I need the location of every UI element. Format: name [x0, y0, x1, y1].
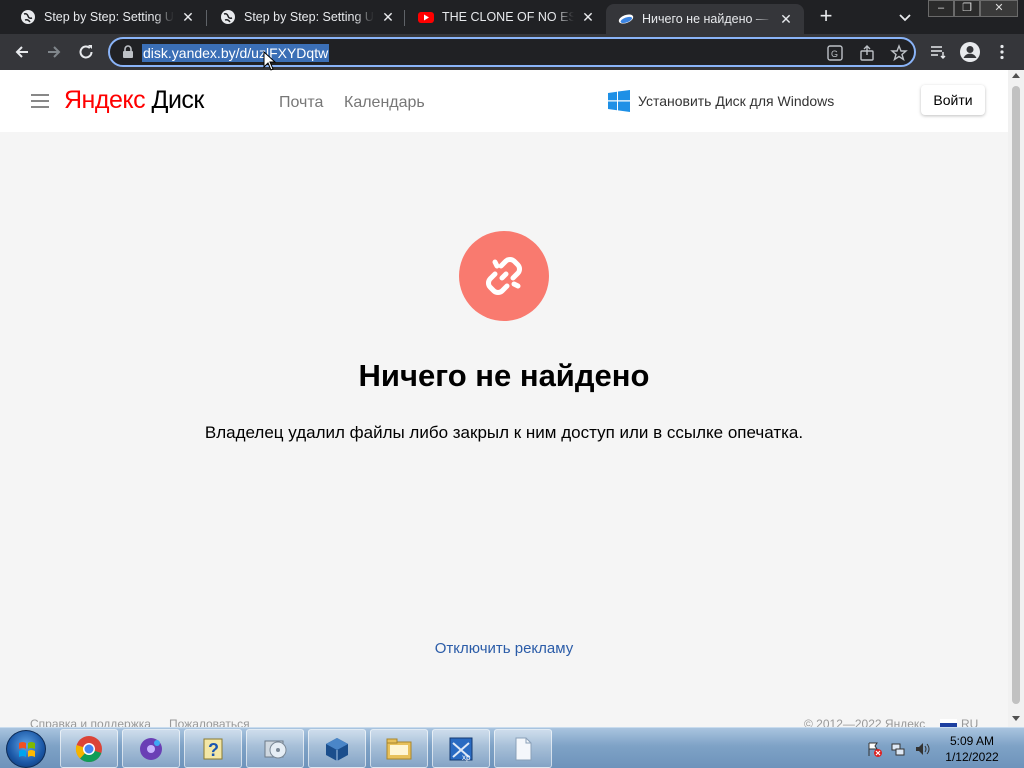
chrome-icon	[75, 735, 102, 762]
install-text: Установить Диск для Windows	[638, 93, 835, 109]
complain-link[interactable]: Пожаловаться	[169, 717, 250, 727]
taskbar-media[interactable]	[122, 729, 180, 768]
new-tab-button[interactable]: +	[814, 5, 838, 29]
language-label: RU	[961, 717, 979, 727]
document-icon	[515, 737, 532, 760]
page-scrollbar[interactable]	[1008, 70, 1024, 727]
tab-strip: Step by Step: Setting Up Active Director…	[0, 0, 1024, 34]
address-bar[interactable]: disk.yandex.by/d/uzlFXYDqtw G	[108, 37, 916, 67]
explorer-icon	[386, 738, 412, 759]
windows-taskbar: ? xp 5:09 AM 1/12/2022	[0, 727, 1024, 768]
russia-flag-icon	[940, 718, 957, 727]
media-icon	[140, 737, 162, 760]
arrow-left-icon	[15, 46, 28, 58]
site-header: Яндекс Диск Почта Календарь Установить Д…	[0, 70, 1008, 132]
xp-icon: xp	[449, 737, 473, 762]
taskbar-chrome[interactable]	[60, 729, 118, 768]
youtube-icon	[418, 9, 434, 25]
network-icon[interactable]	[890, 741, 906, 757]
back-button[interactable]	[10, 40, 34, 64]
translate-icon[interactable]: G	[826, 44, 844, 62]
close-icon[interactable]: ✕	[580, 9, 596, 25]
bookmark-star-icon[interactable]	[890, 44, 908, 62]
minimize-button[interactable]: –	[928, 0, 954, 17]
share-icon[interactable]	[858, 44, 876, 62]
taskbar-help[interactable]: ?	[184, 729, 242, 768]
scroll-thumb[interactable]	[1012, 86, 1020, 704]
login-button[interactable]: Войти	[921, 85, 985, 115]
avatar-icon	[960, 42, 980, 62]
browser-toolbar: disk.yandex.by/d/uzlFXYDqtw G	[0, 34, 1024, 70]
install-windows-link[interactable]: Установить Диск для Windows	[608, 90, 834, 112]
logo-disk: Диск	[151, 86, 205, 114]
forward-button[interactable]	[42, 40, 66, 64]
clock-time: 5:09 AM	[949, 734, 995, 748]
logo-yandex: Яндекс	[64, 86, 146, 114]
globe-icon	[20, 9, 36, 25]
taskbar-disc[interactable]	[246, 729, 304, 768]
profile-button[interactable]	[958, 40, 982, 64]
action-center-flag-icon[interactable]	[866, 741, 882, 757]
tab-title: THE CLONE OF NO ESCAPE	[442, 10, 574, 24]
yandex-disk-logo[interactable]: Яндекс Диск	[64, 86, 204, 115]
svg-text:?: ?	[208, 740, 219, 760]
help-link[interactable]: Справка и поддержка	[30, 717, 151, 727]
nav-mail-link[interactable]: Почта	[279, 94, 323, 112]
clock-date: 1/12/2022	[945, 750, 999, 764]
nav-calendar-link[interactable]: Календарь	[344, 94, 425, 112]
yandex-disk-icon	[618, 11, 634, 27]
virtualbox-icon	[326, 737, 348, 761]
taskbar-virtualbox[interactable]	[308, 729, 366, 768]
language-switch[interactable]: RU	[940, 717, 978, 727]
svg-text:G: G	[831, 49, 838, 59]
reload-icon	[79, 45, 93, 59]
tab-title: Step by Step: Setting Up Active Director…	[44, 10, 174, 24]
scroll-down-arrow-icon[interactable]	[1012, 716, 1020, 721]
more-vertical-icon	[1000, 44, 1004, 60]
help-icon: ?	[203, 738, 223, 760]
system-clock[interactable]: 5:09 AM 1/12/2022	[934, 733, 1010, 765]
close-icon[interactable]: ✕	[380, 9, 396, 25]
restore-button[interactable]: ❐	[954, 0, 980, 17]
disc-icon	[264, 740, 287, 758]
volume-icon[interactable]	[914, 741, 930, 757]
error-title: Ничего не найдено	[358, 358, 650, 393]
mouse-cursor-icon	[263, 51, 277, 71]
error-description: Владелец удалил файлы либо закрыл к ним …	[204, 423, 804, 442]
lock-icon	[123, 45, 133, 58]
disable-ads-link[interactable]: Отключить рекламу	[0, 640, 1008, 657]
taskbar-explorer[interactable]	[370, 729, 428, 768]
url-text[interactable]: disk.yandex.by/d/uzlFXYDqtw	[142, 44, 330, 62]
tab-step-by-step-2[interactable]: Step by Step: Setting Up Active Director…	[200, 0, 406, 34]
taskbar-document[interactable]	[494, 729, 552, 768]
close-icon[interactable]: ✕	[778, 11, 794, 27]
scroll-up-arrow-icon[interactable]	[1012, 73, 1020, 78]
close-window-button[interactable]: ✕	[980, 0, 1018, 17]
broken-link-icon	[486, 257, 522, 295]
start-button[interactable]	[6, 730, 46, 768]
broken-link-circle	[459, 231, 549, 321]
svg-text:xp: xp	[462, 753, 471, 762]
copyright-text: © 2012—2022 Яндекс	[804, 717, 926, 727]
tab-yandex-disk[interactable]: Ничего не найдено — Яндекс Диск ✕	[606, 4, 804, 34]
close-icon[interactable]: ✕	[180, 9, 196, 25]
windows-start-icon	[19, 742, 35, 757]
menu-button[interactable]	[990, 40, 1014, 64]
windows-logo-icon	[608, 90, 630, 112]
tab-title: Step by Step: Setting Up Active Director…	[244, 10, 374, 24]
reading-list-button[interactable]	[926, 40, 950, 64]
screen: Step by Step: Setting Up Active Director…	[0, 0, 1024, 768]
page-content: Яндекс Диск Почта Календарь Установить Д…	[0, 70, 1008, 727]
tab-title: Ничего не найдено — Яндекс Диск	[642, 12, 772, 26]
tab-search-chevron-icon[interactable]	[896, 8, 914, 26]
globe-icon	[220, 9, 236, 25]
tab-youtube[interactable]: THE CLONE OF NO ESCAPE ✕	[398, 0, 606, 34]
hamburger-menu-icon[interactable]	[31, 94, 49, 108]
tab-step-by-step-1[interactable]: Step by Step: Setting Up Active Director…	[0, 0, 206, 34]
reload-button[interactable]	[74, 40, 98, 64]
taskbar-xp[interactable]: xp	[432, 729, 490, 768]
reading-list-icon	[931, 46, 946, 59]
arrow-right-icon	[48, 46, 61, 58]
